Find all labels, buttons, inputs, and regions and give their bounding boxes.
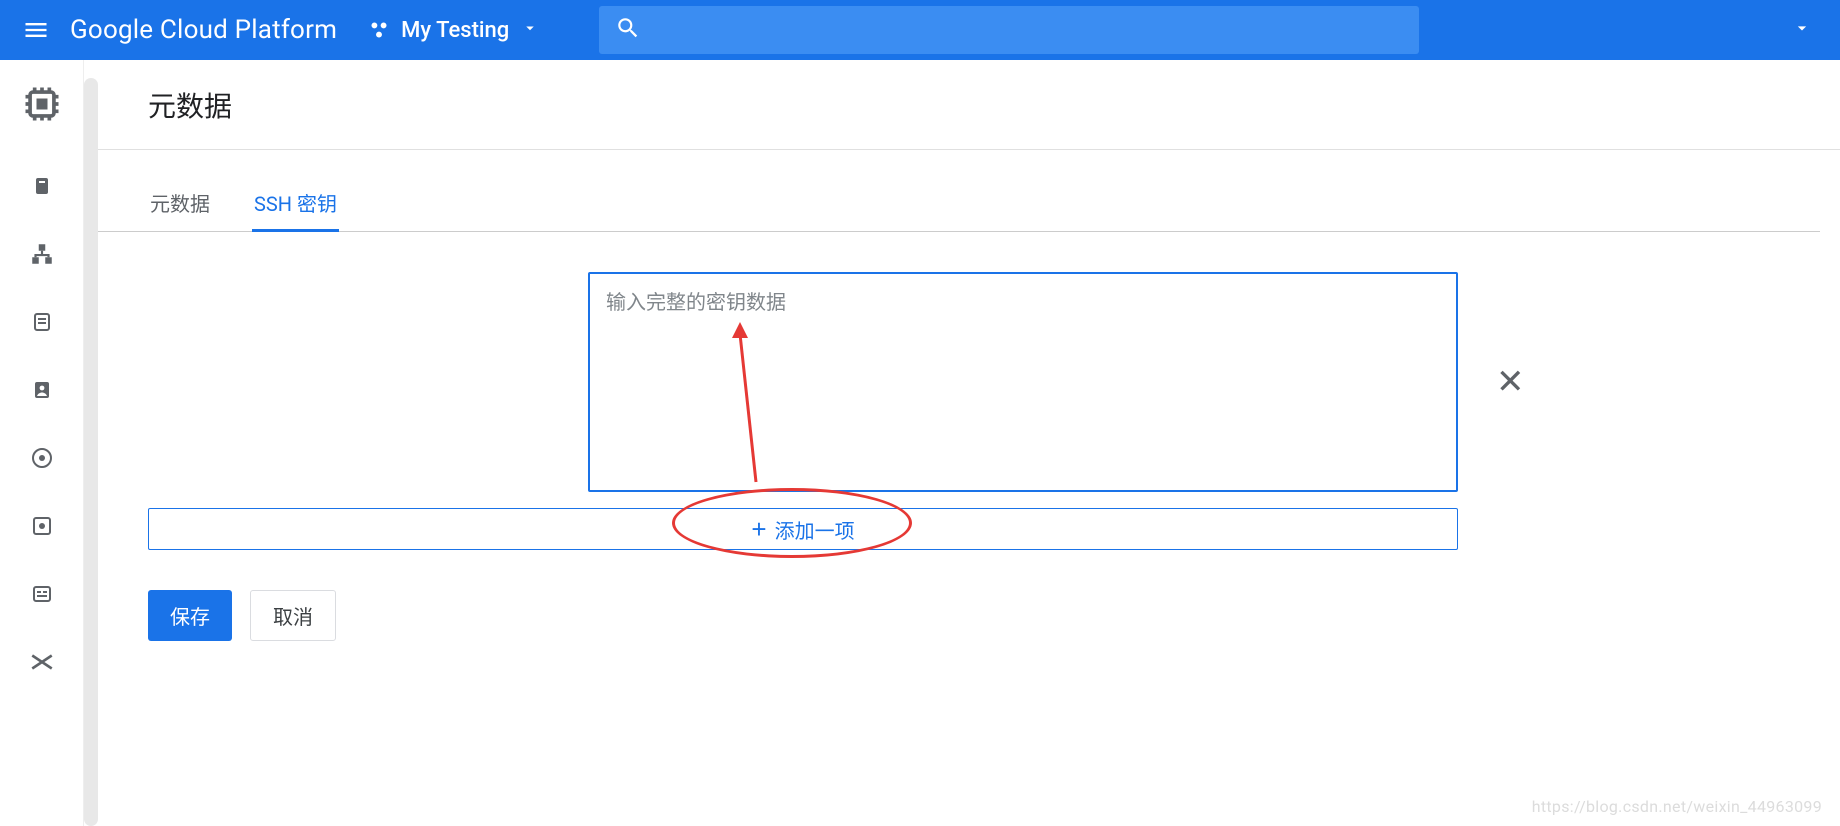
sidebar-icons — [28, 172, 56, 676]
sidebar-item-8-icon[interactable] — [28, 648, 56, 676]
sidebar-item-2-icon[interactable] — [28, 240, 56, 268]
sidebar-item-3-icon[interactable] — [28, 308, 56, 336]
ssh-keys-area: ✕ + 添加一项 保存 取消 — [98, 232, 1840, 641]
project-icon — [367, 18, 391, 42]
save-button[interactable]: 保存 — [148, 590, 232, 641]
plus-icon: + — [751, 516, 766, 542]
header-right-caret[interactable] — [1792, 18, 1828, 42]
project-name: My Testing — [401, 18, 509, 43]
ssh-key-input[interactable] — [588, 272, 1458, 492]
cancel-button[interactable]: 取消 — [250, 590, 336, 641]
body: 元数据 元数据 SSH 密钥 ✕ + 添加一项 保存 取消 — [0, 60, 1840, 826]
scrollbar[interactable] — [84, 78, 98, 826]
add-item-button[interactable]: + 添加一项 — [148, 508, 1458, 550]
tab-ssh-keys[interactable]: SSH 密钥 — [252, 176, 339, 231]
main-content: 元数据 元数据 SSH 密钥 ✕ + 添加一项 保存 取消 — [98, 60, 1840, 826]
ssh-key-row: ✕ — [148, 272, 1790, 492]
watermark: https://blog.csdn.net/weixin_44963099 — [1532, 797, 1822, 816]
compute-engine-icon[interactable] — [18, 80, 66, 128]
menu-icon[interactable] — [12, 16, 60, 44]
tab-metadata[interactable]: 元数据 — [148, 176, 212, 231]
top-header: Google Cloud Platform My Testing — [0, 0, 1840, 60]
chevron-down-icon — [521, 19, 539, 41]
title-bar: 元数据 — [98, 60, 1840, 150]
sidebar — [0, 60, 84, 826]
brand-title: Google Cloud Platform — [70, 15, 337, 45]
action-buttons: 保存 取消 — [148, 590, 1790, 641]
sidebar-item-6-icon[interactable] — [28, 512, 56, 540]
page-title: 元数据 — [148, 85, 232, 125]
sidebar-item-7-icon[interactable] — [28, 580, 56, 608]
chevron-down-icon — [1792, 18, 1812, 42]
project-selector[interactable]: My Testing — [367, 18, 539, 43]
remove-key-icon[interactable]: ✕ — [1496, 362, 1525, 402]
sidebar-item-4-icon[interactable] — [28, 376, 56, 404]
sidebar-item-5-icon[interactable] — [28, 444, 56, 472]
search-input-container[interactable] — [599, 6, 1419, 54]
add-item-label: 添加一项 — [775, 515, 855, 544]
sidebar-item-1-icon[interactable] — [28, 172, 56, 200]
tabs: 元数据 SSH 密钥 — [98, 176, 1820, 232]
search-icon — [615, 15, 641, 45]
